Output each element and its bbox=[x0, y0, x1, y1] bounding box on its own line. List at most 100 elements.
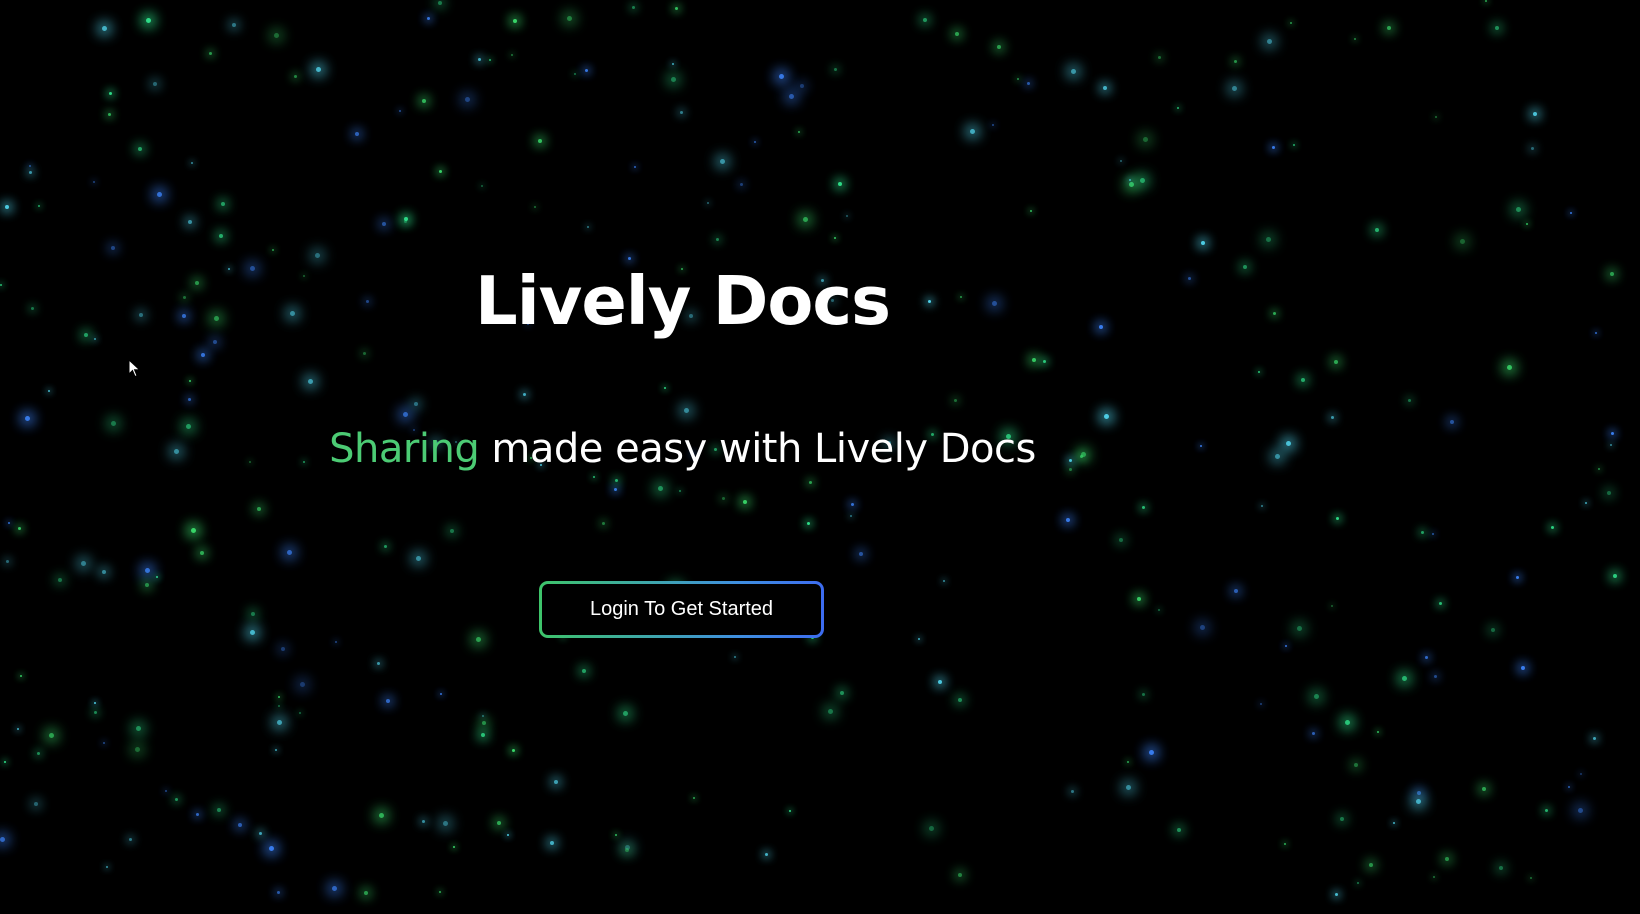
particle bbox=[1177, 107, 1179, 109]
particle bbox=[632, 6, 635, 9]
particle bbox=[438, 1, 442, 5]
particle bbox=[1119, 538, 1123, 542]
particle bbox=[355, 132, 359, 136]
particle bbox=[1585, 502, 1587, 504]
particle bbox=[838, 182, 842, 186]
particle bbox=[29, 171, 32, 174]
particle bbox=[1200, 445, 1202, 447]
particle bbox=[335, 641, 337, 643]
particle bbox=[684, 408, 689, 413]
particle bbox=[1334, 360, 1338, 364]
particle bbox=[476, 637, 481, 642]
particle bbox=[84, 333, 88, 337]
particle bbox=[482, 715, 484, 717]
particle bbox=[1595, 332, 1597, 334]
particle bbox=[102, 26, 107, 31]
particle bbox=[809, 481, 812, 484]
particle bbox=[1143, 137, 1148, 142]
particle bbox=[923, 18, 927, 22]
particle bbox=[281, 647, 285, 651]
particle bbox=[1127, 761, 1129, 763]
particle bbox=[1402, 676, 1407, 681]
particle bbox=[1297, 626, 1302, 631]
particle bbox=[1201, 241, 1205, 245]
particle bbox=[299, 712, 301, 714]
page-title: Lively Docs bbox=[475, 262, 891, 340]
particle bbox=[807, 522, 810, 525]
particle bbox=[765, 853, 768, 856]
particle bbox=[238, 823, 242, 827]
particle bbox=[379, 813, 384, 818]
particle bbox=[111, 246, 115, 250]
particle bbox=[404, 217, 408, 221]
particle bbox=[1393, 822, 1395, 824]
particle bbox=[1099, 325, 1103, 329]
particle bbox=[465, 97, 470, 102]
particle bbox=[189, 380, 191, 382]
particle bbox=[587, 226, 589, 228]
particle bbox=[153, 82, 157, 86]
particle bbox=[1551, 526, 1554, 529]
particle bbox=[1234, 589, 1238, 593]
particle bbox=[803, 217, 808, 222]
particle bbox=[274, 33, 279, 38]
particle bbox=[680, 111, 683, 114]
particle bbox=[800, 84, 804, 88]
particle bbox=[399, 110, 401, 112]
particle bbox=[1421, 531, 1424, 534]
particle bbox=[251, 612, 255, 616]
particle bbox=[191, 528, 196, 533]
particle bbox=[1140, 178, 1145, 183]
particle bbox=[1607, 491, 1611, 495]
particle bbox=[958, 698, 962, 702]
particle bbox=[992, 124, 994, 126]
login-button[interactable]: Login To Get Started bbox=[539, 581, 824, 638]
particle bbox=[1266, 237, 1271, 242]
particle bbox=[497, 821, 501, 825]
particle bbox=[740, 183, 743, 186]
particle bbox=[416, 556, 421, 561]
particle bbox=[414, 402, 418, 406]
particle bbox=[1234, 60, 1237, 63]
particle bbox=[1066, 518, 1070, 522]
particle bbox=[929, 826, 934, 831]
particle bbox=[1375, 228, 1379, 232]
particle bbox=[567, 16, 572, 21]
particle bbox=[722, 497, 725, 500]
particle bbox=[481, 185, 483, 187]
particle bbox=[1104, 414, 1109, 419]
particle bbox=[1578, 808, 1583, 813]
particle bbox=[1432, 533, 1434, 535]
particle bbox=[1357, 882, 1359, 884]
particle bbox=[574, 73, 576, 75]
particle bbox=[182, 314, 186, 318]
particle bbox=[34, 802, 38, 806]
particle bbox=[1071, 790, 1074, 793]
particle bbox=[615, 834, 617, 836]
particle bbox=[634, 166, 636, 168]
particle bbox=[37, 752, 40, 755]
particle bbox=[943, 580, 945, 582]
particle bbox=[228, 268, 230, 270]
particle bbox=[250, 266, 255, 271]
particle bbox=[450, 529, 454, 533]
particle bbox=[294, 75, 297, 78]
particle bbox=[478, 58, 481, 61]
particle bbox=[859, 552, 863, 556]
particle bbox=[195, 281, 199, 285]
particle bbox=[628, 257, 631, 260]
particle bbox=[440, 693, 442, 695]
particle bbox=[1570, 212, 1572, 214]
particle bbox=[1545, 809, 1548, 812]
particle bbox=[489, 59, 491, 61]
particle bbox=[277, 891, 280, 894]
particle bbox=[834, 68, 837, 71]
particle bbox=[511, 54, 513, 56]
particle bbox=[174, 449, 179, 454]
particle bbox=[1126, 785, 1131, 790]
particle bbox=[188, 220, 192, 224]
particle bbox=[1598, 468, 1600, 470]
particle bbox=[1293, 144, 1295, 146]
particle bbox=[954, 399, 957, 402]
particle bbox=[290, 311, 295, 316]
